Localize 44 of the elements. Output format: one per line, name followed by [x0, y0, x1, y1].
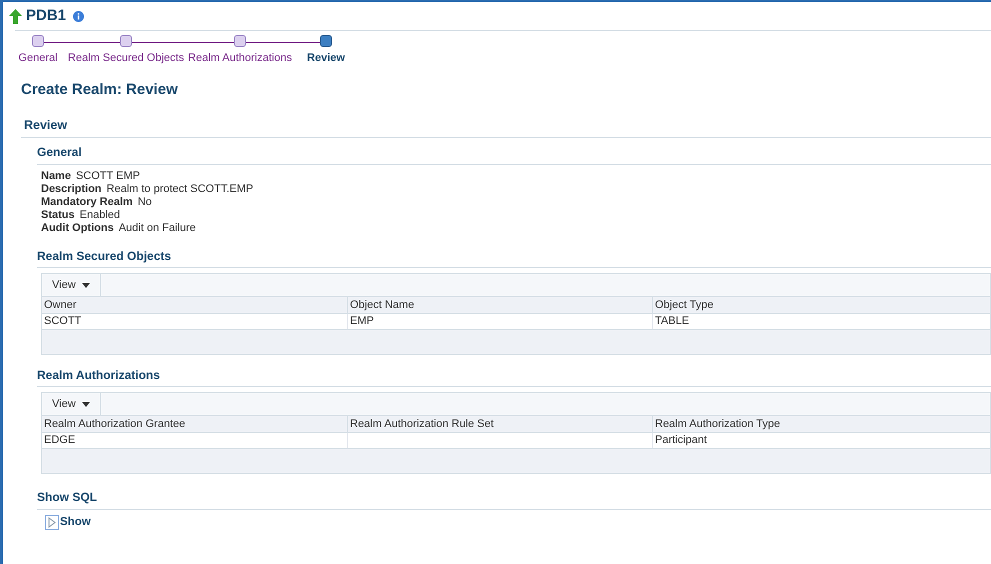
train-stop[interactable] — [32, 35, 44, 47]
column-header[interactable]: Object Type — [652, 297, 990, 314]
caret-icon — [82, 402, 90, 407]
train-step-label[interactable]: Review — [307, 50, 345, 66]
train-step-label[interactable]: Realm Secured Objects — [68, 50, 184, 66]
field-label: Description — [41, 182, 102, 196]
field-value: Enabled — [80, 208, 120, 222]
column-header[interactable]: Object Name — [347, 297, 652, 314]
column-header[interactable]: Realm Authorization Rule Set — [347, 416, 652, 432]
column-header[interactable]: Realm Authorization Type — [652, 416, 990, 432]
table-cell: EMP — [350, 315, 374, 328]
caret-icon — [82, 282, 90, 288]
view-menu-button[interactable]: View — [42, 274, 101, 296]
table-cell: EDGE — [44, 434, 76, 446]
column-header[interactable]: Owner — [42, 297, 347, 314]
field-value: Realm to protect SCOTT.EMP — [106, 182, 254, 196]
field-value: No — [138, 194, 152, 210]
table-cell: TABLE — [655, 315, 690, 328]
table-cell: Participant — [655, 434, 707, 446]
train-step-label[interactable]: General — [18, 50, 58, 66]
field-label: Name — [41, 168, 71, 184]
train-stop[interactable] — [234, 35, 246, 47]
field-value: SCOTT EMP — [76, 168, 140, 184]
field-label: Status — [41, 208, 75, 222]
section-heading: Review — [21, 116, 991, 138]
table-cell: SCOTT — [44, 315, 82, 328]
train-stop[interactable] — [120, 35, 132, 47]
section-heading: General — [37, 143, 991, 166]
page-title: Create Realm: Review — [21, 80, 179, 100]
info-icon[interactable] — [73, 10, 84, 22]
view-menu-button[interactable]: View — [42, 393, 101, 416]
section-heading: Show SQL — [37, 488, 991, 510]
column-header[interactable]: Realm Authorization Grantee — [42, 416, 347, 432]
show-sql-link[interactable]: Show — [60, 514, 91, 532]
field-label: Mandatory Realm — [41, 194, 133, 210]
train-step-label[interactable]: Realm Authorizations — [188, 50, 292, 66]
page-header-title: PDB1 — [26, 6, 66, 26]
train-stop[interactable] — [320, 35, 332, 47]
field-label: Audit Options — [41, 220, 114, 236]
field-value: Audit on Failure — [118, 220, 196, 236]
up-arrow-icon — [9, 8, 22, 24]
section-heading: Realm Authorizations — [37, 367, 991, 388]
section-heading: Realm Secured Objects — [37, 248, 991, 268]
expand-icon[interactable] — [45, 515, 59, 530]
